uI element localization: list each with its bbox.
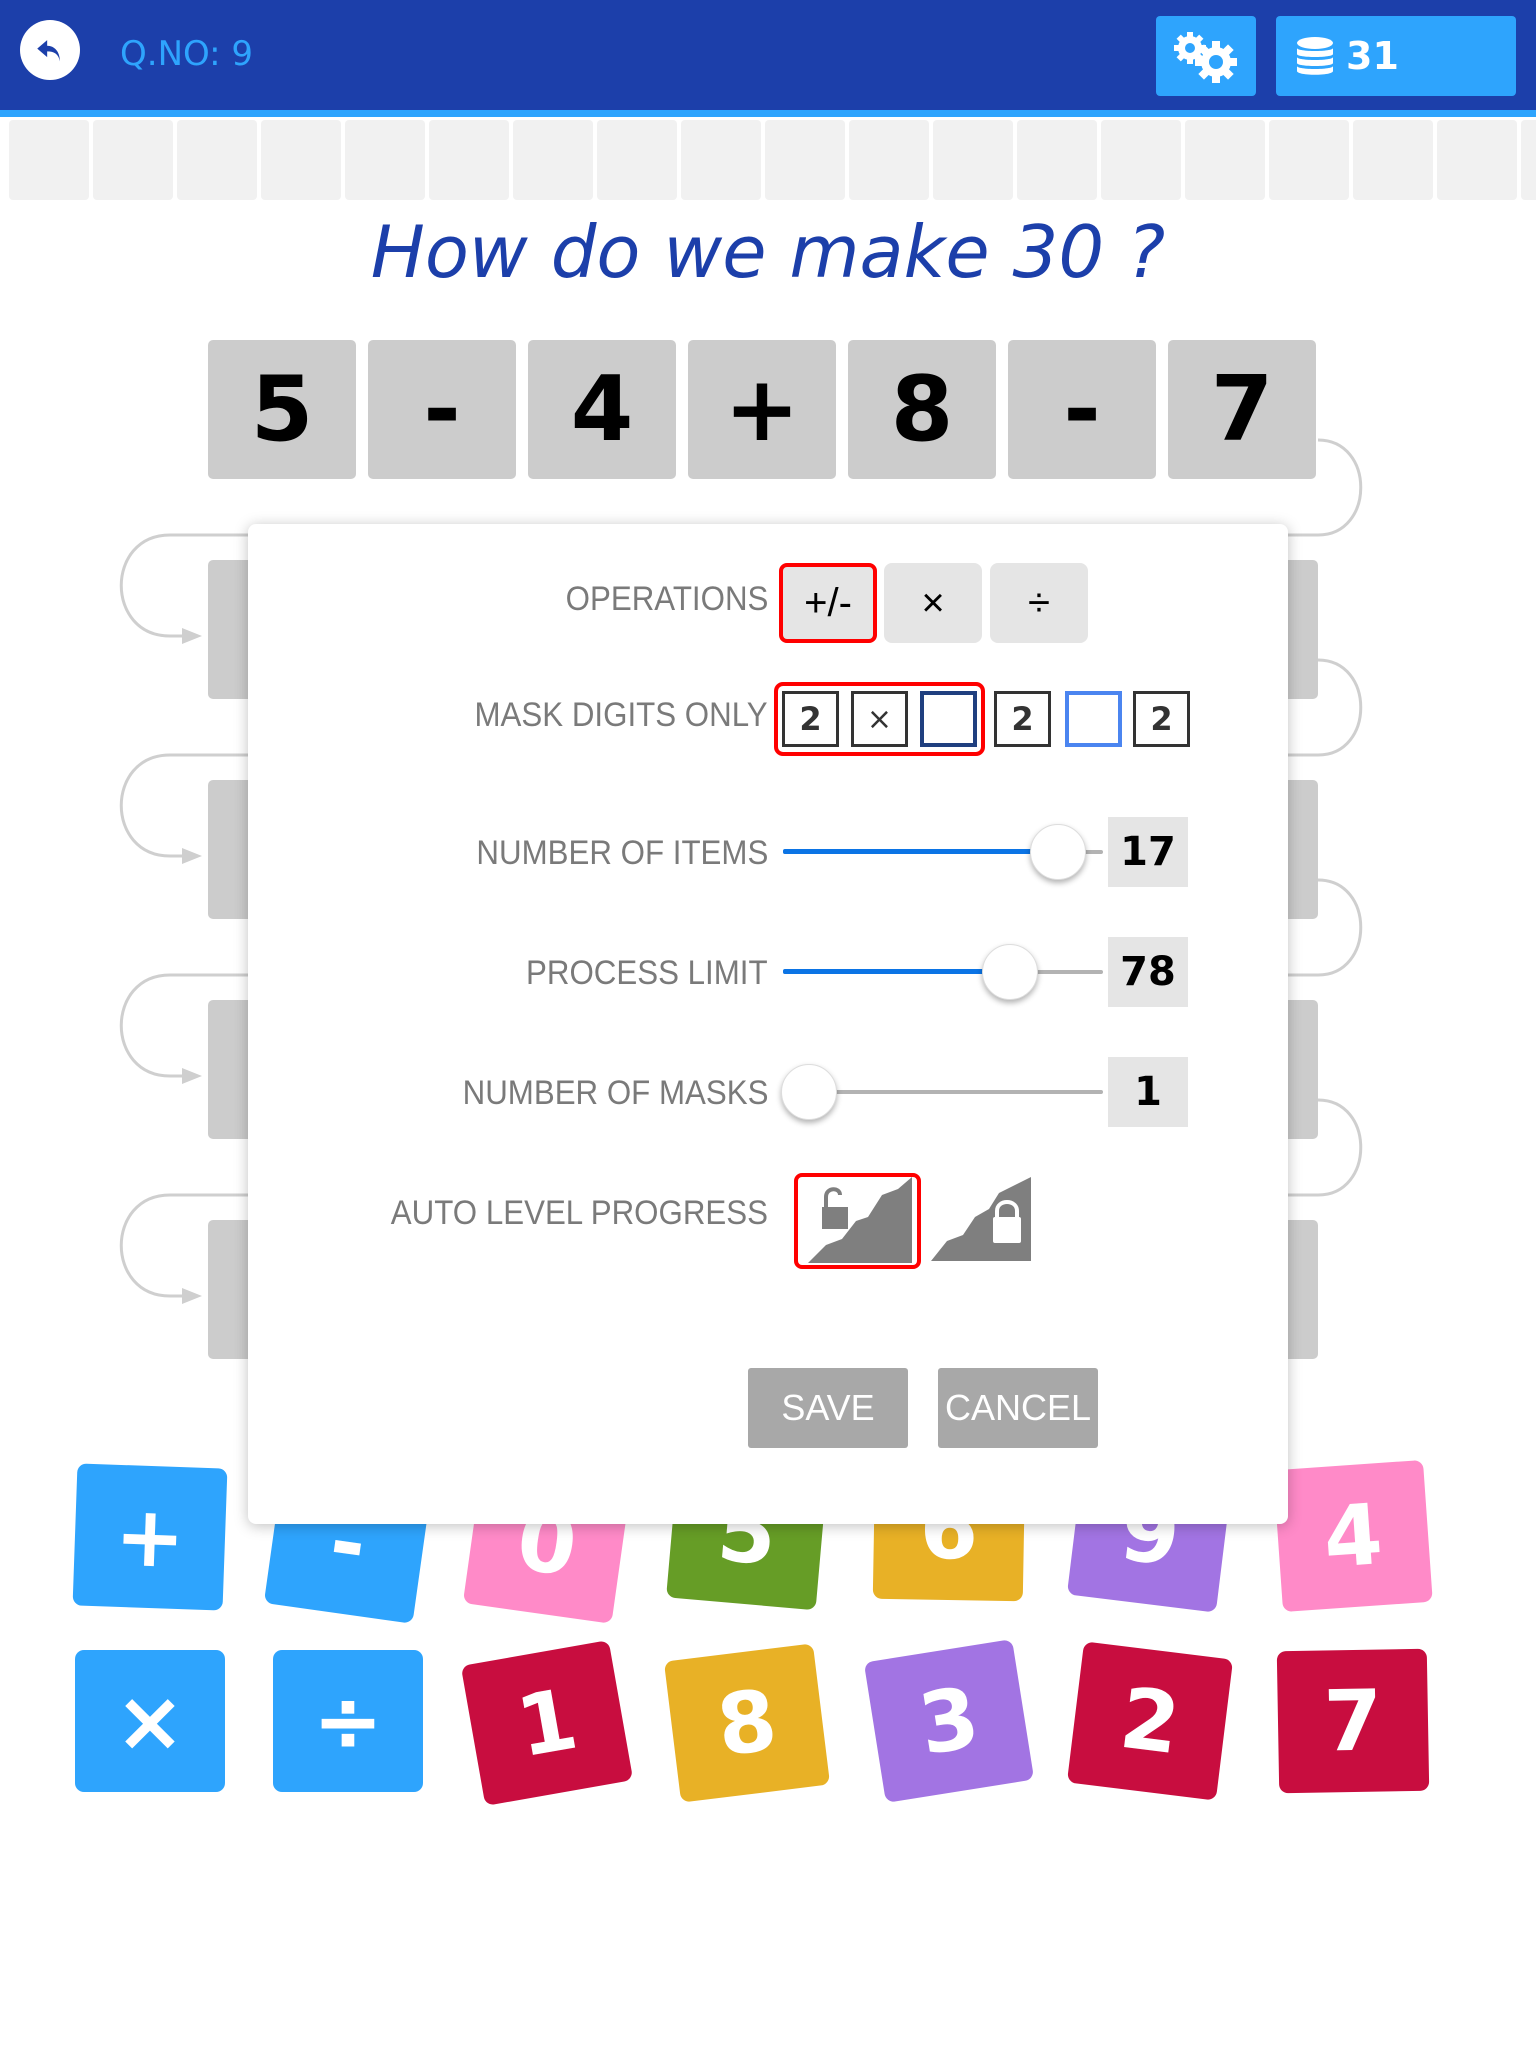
auto-level-progress-label: AUTO LEVEL PROGRESS — [390, 1194, 768, 1232]
process-limit-label: PROCESS LIMIT — [526, 954, 768, 992]
keypad-tile[interactable]: 2 — [1066, 1641, 1234, 1801]
auto-level-unlocked-option[interactable] — [794, 1173, 921, 1269]
keypad-tile[interactable]: ÷ — [273, 1650, 423, 1792]
connector-left — [119, 1193, 196, 1298]
slider-thumb[interactable] — [781, 1064, 837, 1120]
number-of-items-label: NUMBER OF ITEMS — [476, 834, 768, 872]
locked-staircase-icon — [931, 1177, 1031, 1261]
equation-tile[interactable]: 7 — [1168, 340, 1316, 479]
number-of-masks-label: NUMBER OF MASKS — [462, 1074, 768, 1112]
keypad-tile[interactable]: 3 — [863, 1639, 1035, 1803]
save-button[interactable]: SAVE — [748, 1368, 908, 1448]
unlocked-staircase-icon — [808, 1177, 912, 1263]
keypad-tile[interactable]: 7 — [1276, 1648, 1430, 1794]
keypad-tile[interactable]: 4 — [1273, 1459, 1433, 1613]
slider-thumb[interactable] — [982, 944, 1039, 1000]
equation-tile[interactable]: + — [688, 340, 836, 479]
mask-option-2-box[interactable]: 2 — [994, 691, 1051, 747]
arrowhead-icon — [182, 848, 202, 864]
keypad-tile[interactable]: × — [75, 1650, 225, 1792]
operation-divide[interactable]: ÷ — [990, 563, 1088, 643]
arrowhead-icon — [182, 628, 202, 644]
arrowhead-icon — [182, 1288, 202, 1304]
process-limit-slider[interactable] — [783, 942, 1103, 1002]
equation-tile[interactable]: - — [368, 340, 516, 479]
slider-fill — [783, 849, 1059, 854]
mask-digits-label: MASK DIGITS ONLY — [474, 696, 768, 734]
operations-label: OPERATIONS — [565, 580, 768, 618]
slider-fill — [783, 969, 1011, 974]
cancel-button[interactable]: CANCEL — [938, 1368, 1098, 1448]
slider-thumb[interactable] — [1030, 824, 1087, 880]
keypad-tile[interactable]: + — [72, 1463, 228, 1611]
equation-tile[interactable]: 4 — [528, 340, 676, 479]
number-of-items-slider[interactable] — [783, 822, 1103, 882]
keypad-tile[interactable]: 1 — [460, 1640, 634, 1806]
equation-tile[interactable]: - — [1008, 340, 1156, 479]
mask-option-1-box[interactable]: × — [851, 691, 908, 747]
operation-symbol: × — [921, 580, 945, 625]
operation-add-subtract[interactable]: +/- — [779, 563, 877, 643]
equation-tile[interactable]: 5 — [208, 340, 356, 479]
operation-symbol: +/- — [804, 580, 852, 625]
mask-option-2-box[interactable] — [1065, 691, 1122, 747]
process-limit-value: 78 — [1108, 937, 1188, 1007]
arrowhead-icon — [182, 1068, 202, 1084]
equation-tile[interactable]: 8 — [848, 340, 996, 479]
keypad-tile[interactable]: 8 — [663, 1643, 831, 1803]
mask-option-1-box[interactable] — [920, 691, 977, 747]
mask-option-2-box[interactable]: 2 — [1133, 691, 1190, 747]
mask-option-1-box[interactable]: 2 — [782, 691, 839, 747]
operation-symbol: ÷ — [1028, 580, 1050, 625]
number-of-masks-slider[interactable] — [781, 1062, 1103, 1122]
number-of-items-value: 17 — [1108, 817, 1188, 887]
connector-left — [119, 753, 196, 858]
connector-left — [119, 973, 196, 1078]
connector-left — [119, 533, 196, 638]
operation-multiply[interactable]: × — [884, 563, 982, 643]
settings-dialog: OPERATIONS +/- × ÷ MASK DIGITS ONLY 2 × … — [248, 524, 1288, 1524]
auto-level-locked-option[interactable] — [931, 1177, 1058, 1273]
number-of-masks-value: 1 — [1108, 1057, 1188, 1127]
